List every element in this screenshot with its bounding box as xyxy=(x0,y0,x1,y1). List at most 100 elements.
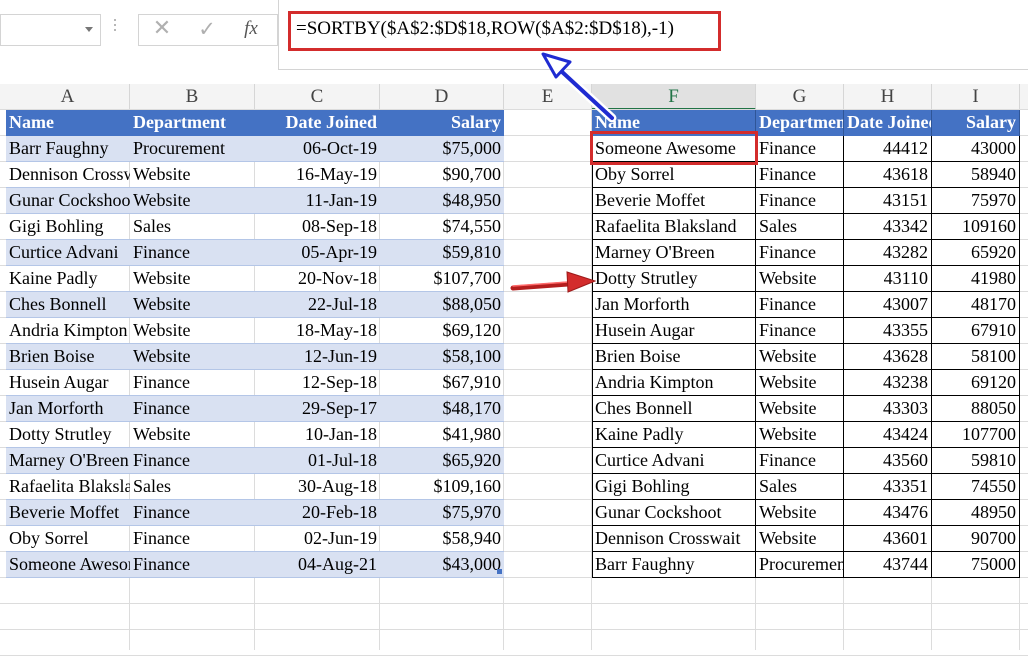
source-table-cell[interactable]: $74,550 xyxy=(380,214,504,240)
source-table-cell[interactable]: Andria Kimpton xyxy=(6,318,130,344)
result-table-cell[interactable]: Marney O'Breen xyxy=(592,240,756,266)
result-table-cell[interactable]: 58940 xyxy=(932,162,1020,188)
result-table-cell[interactable]: 43151 xyxy=(844,188,932,214)
result-table-cell[interactable]: 43476 xyxy=(844,500,932,526)
result-table-cell[interactable]: Barr Faughny xyxy=(592,552,756,578)
source-table-cell[interactable]: 20-Feb-18 xyxy=(255,500,380,526)
result-table-cell[interactable]: Gunar Cockshoot xyxy=(592,500,756,526)
source-table-cell[interactable]: Kaine Padly xyxy=(6,266,130,292)
result-table-cell[interactable]: 69120 xyxy=(932,370,1020,396)
result-table-cell[interactable]: 107700 xyxy=(932,422,1020,448)
result-table-cell[interactable]: 67910 xyxy=(932,318,1020,344)
source-table-cell[interactable]: 06-Oct-19 xyxy=(255,136,380,162)
source-table-cell[interactable]: Sales xyxy=(130,214,255,240)
source-table-cell[interactable]: Website xyxy=(130,188,255,214)
source-table-cell[interactable]: Website xyxy=(130,318,255,344)
result-table-cell[interactable]: Sales xyxy=(756,474,844,500)
result-table-cell[interactable]: 43744 xyxy=(844,552,932,578)
source-table-cell[interactable]: Jan Morforth xyxy=(6,396,130,422)
source-table-cell[interactable]: 12-Sep-18 xyxy=(255,370,380,396)
source-table-cell[interactable]: Someone Awesome xyxy=(6,552,130,578)
source-table-cell[interactable]: $107,700 xyxy=(380,266,504,292)
result-table-cell[interactable]: 43342 xyxy=(844,214,932,240)
result-table-cell[interactable]: Website xyxy=(756,396,844,422)
result-table-cell[interactable]: 43007 xyxy=(844,292,932,318)
column-header-i[interactable]: I xyxy=(932,84,1020,110)
result-table-cell[interactable]: Finance xyxy=(756,162,844,188)
source-table-cell[interactable]: Brien Boise xyxy=(6,344,130,370)
result-table-cell[interactable]: 58100 xyxy=(932,344,1020,370)
source-table-cell[interactable]: Curtice Advani xyxy=(6,240,130,266)
source-table-cell[interactable]: Finance xyxy=(130,552,255,578)
source-table-cell[interactable]: Oby Sorrel xyxy=(6,526,130,552)
source-table-cell[interactable]: $48,170 xyxy=(380,396,504,422)
source-table-cell[interactable]: Procurement xyxy=(130,136,255,162)
result-table-cell[interactable]: Husein Augar xyxy=(592,318,756,344)
source-table-cell[interactable]: $59,810 xyxy=(380,240,504,266)
result-table-cell[interactable]: Rafaelita Blaksland xyxy=(592,214,756,240)
source-table-cell[interactable]: $67,910 xyxy=(380,370,504,396)
source-table-cell[interactable]: Website xyxy=(130,292,255,318)
source-table-cell[interactable]: Finance xyxy=(130,500,255,526)
source-table-cell[interactable]: 29-Sep-17 xyxy=(255,396,380,422)
result-table-cell[interactable]: Oby Sorrel xyxy=(592,162,756,188)
column-header-g[interactable]: G xyxy=(756,84,844,110)
result-table-cell[interactable]: Dotty Strutley xyxy=(592,266,756,292)
column-header-d[interactable]: D xyxy=(380,84,504,110)
result-table-cell[interactable]: Finance xyxy=(756,136,844,162)
result-table-cell[interactable]: Finance xyxy=(756,240,844,266)
column-header-h[interactable]: H xyxy=(844,84,932,110)
column-header-f[interactable]: F xyxy=(592,84,756,110)
source-table-cell[interactable]: 18-May-18 xyxy=(255,318,380,344)
source-table-cell[interactable]: 20-Nov-18 xyxy=(255,266,380,292)
result-table-cell[interactable]: 75970 xyxy=(932,188,1020,214)
result-table-cell[interactable]: Website xyxy=(756,526,844,552)
source-table-cell[interactable]: Gunar Cockshoot xyxy=(6,188,130,214)
source-table-cell[interactable]: Beverie Moffet xyxy=(6,500,130,526)
result-table-cell[interactable]: 43560 xyxy=(844,448,932,474)
source-table-cell[interactable]: Finance xyxy=(130,240,255,266)
insert-function-icon[interactable]: fx xyxy=(238,17,264,41)
formula-bar-grip-icon[interactable] xyxy=(113,19,117,41)
source-table-cell[interactable]: $65,920 xyxy=(380,448,504,474)
result-table-cell[interactable]: 43238 xyxy=(844,370,932,396)
source-table-header[interactable]: Name xyxy=(6,110,130,136)
chevron-down-icon[interactable] xyxy=(85,27,93,32)
result-table-cell[interactable]: 88050 xyxy=(932,396,1020,422)
source-table-cell[interactable]: $43,000 xyxy=(380,552,504,578)
source-table-cell[interactable]: 10-Jan-18 xyxy=(255,422,380,448)
result-table-cell[interactable]: 43424 xyxy=(844,422,932,448)
source-table-cell[interactable]: Barr Faughny xyxy=(6,136,130,162)
result-table-cell[interactable]: Website xyxy=(756,422,844,448)
result-table-cell[interactable]: Finance xyxy=(756,318,844,344)
result-table-cell[interactable]: Andria Kimpton xyxy=(592,370,756,396)
source-table-cell[interactable]: Ches Bonnell xyxy=(6,292,130,318)
result-table-cell[interactable]: 43618 xyxy=(844,162,932,188)
result-table-header[interactable]: Salary xyxy=(932,110,1020,136)
source-table-cell[interactable]: Dotty Strutley xyxy=(6,422,130,448)
result-table-cell[interactable]: Gigi Bohling xyxy=(592,474,756,500)
source-table-cell[interactable]: 05-Apr-19 xyxy=(255,240,380,266)
result-table-cell[interactable]: Beverie Moffet xyxy=(592,188,756,214)
source-table-cell[interactable]: Gigi Bohling xyxy=(6,214,130,240)
result-table-cell[interactable]: Jan Morforth xyxy=(592,292,756,318)
result-table-cell[interactable]: Finance xyxy=(756,292,844,318)
result-table-cell[interactable]: Website xyxy=(756,266,844,292)
source-table-cell[interactable]: Finance xyxy=(130,370,255,396)
result-table-cell[interactable]: 109160 xyxy=(932,214,1020,240)
result-table-cell[interactable]: Kaine Padly xyxy=(592,422,756,448)
source-table-cell[interactable]: Website xyxy=(130,266,255,292)
source-table-cell[interactable]: Finance xyxy=(130,448,255,474)
result-table-cell[interactable]: 43601 xyxy=(844,526,932,552)
result-table-cell[interactable]: 41980 xyxy=(932,266,1020,292)
result-table-cell[interactable]: Curtice Advani xyxy=(592,448,756,474)
source-table-cell[interactable]: Website xyxy=(130,162,255,188)
result-table-cell[interactable]: Ches Bonnell xyxy=(592,396,756,422)
result-table-cell[interactable]: 75000 xyxy=(932,552,1020,578)
column-header-b[interactable]: B xyxy=(130,84,255,110)
result-table-cell[interactable]: Sales xyxy=(756,214,844,240)
result-table-cell[interactable]: 43303 xyxy=(844,396,932,422)
enter-check-icon[interactable]: ✓ xyxy=(196,18,218,40)
source-table-cell[interactable]: $58,940 xyxy=(380,526,504,552)
source-table-cell[interactable]: Dennison Crosswait xyxy=(6,162,130,188)
